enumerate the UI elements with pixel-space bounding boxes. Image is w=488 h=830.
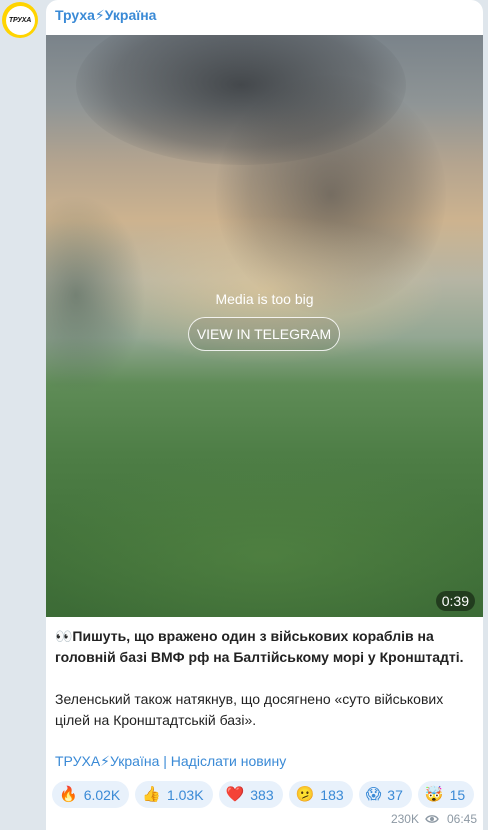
reaction-exploding-head[interactable]: 🤯 15: [417, 781, 475, 808]
post-text: 👀Пишуть, що вражено один з військових ко…: [55, 626, 475, 731]
view-count: 230K: [390, 812, 419, 826]
reaction-count: 37: [387, 786, 403, 803]
reactions-bar: 🔥 6.02K 👍 1.03K ❤️ 383 🫤 183 😱 37 🤯 15: [52, 781, 475, 808]
reaction-count: 183: [320, 786, 344, 803]
message-meta: 230K 06:45: [391, 812, 477, 826]
heart-icon: ❤️: [225, 786, 245, 803]
exploding-head-icon: 🤯: [424, 786, 444, 803]
video-preview[interactable]: Media is too big VIEW IN TELEGRAM 0:39: [46, 35, 483, 617]
reaction-heart[interactable]: ❤️ 383: [218, 781, 283, 808]
eye-icon: [425, 815, 439, 823]
message-bubble: Труха⚡Україна Media is too big VIEW IN T…: [46, 0, 483, 830]
reaction-count: 383: [250, 786, 274, 803]
reaction-confused[interactable]: 🫤 183: [288, 781, 353, 808]
reaction-thumbs-up[interactable]: 👍 1.03K: [135, 781, 213, 808]
media-too-big-caption: Media is too big: [215, 291, 314, 307]
thumbs-up-icon: 👍: [142, 786, 161, 803]
view-in-telegram-button[interactable]: VIEW IN TELEGRAM: [188, 317, 340, 351]
reaction-screaming[interactable]: 😱 37: [358, 781, 412, 808]
post-paragraph-body: Зеленський також натякнув, що досягнено …: [55, 691, 444, 728]
channel-footer-link[interactable]: ТРУХА⚡Україна | Надіслати новину: [55, 753, 286, 770]
reaction-count: 15: [449, 786, 466, 803]
avatar-logo-text: ТРУХА: [8, 16, 32, 24]
reaction-fire[interactable]: 🔥 6.02K: [52, 781, 130, 808]
screaming-face-icon: 😱: [365, 786, 382, 803]
confused-face-icon: 🫤: [295, 786, 315, 803]
post-paragraph-headline: 👀Пишуть, що вражено один з військових ко…: [55, 628, 464, 665]
message-time: 06:45: [446, 812, 477, 826]
avatar-logo: ТРУХА: [5, 5, 35, 35]
video-duration-badge: 0:39: [435, 591, 475, 611]
channel-avatar[interactable]: ТРУХА: [2, 2, 38, 38]
reaction-count: 6.02K: [83, 786, 121, 803]
reaction-count: 1.03K: [166, 786, 204, 803]
channel-title[interactable]: Труха⚡Україна: [55, 7, 156, 24]
fire-icon: 🔥: [59, 786, 78, 803]
